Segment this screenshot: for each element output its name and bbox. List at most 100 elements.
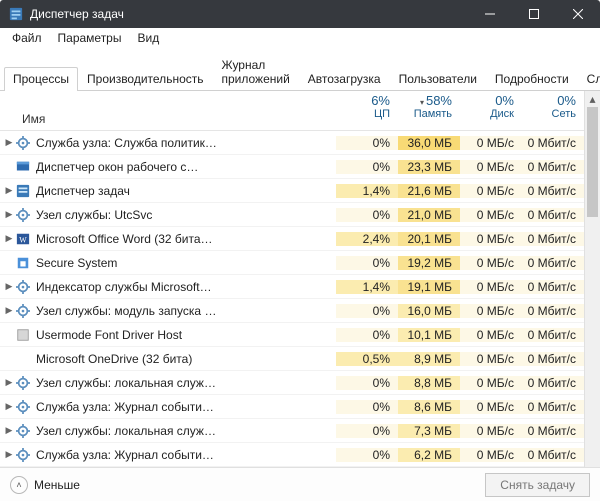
table-row[interactable]: ▶ Узел службы: локальная служ…0%7,3 МБ 0 М… <box>0 419 584 443</box>
cell-cpu: 0% <box>336 376 398 390</box>
process-icon <box>14 159 32 175</box>
process-icon <box>14 447 32 463</box>
tab-performance[interactable]: Производительность <box>78 67 212 91</box>
expand-icon[interactable]: ▶ <box>0 185 14 196</box>
cell-cpu: 0% <box>336 160 398 174</box>
expand-icon[interactable]: ▶ <box>0 281 14 292</box>
expand-icon[interactable]: ▶ <box>0 425 14 436</box>
table-body: ▶Служба узла: Служба политик…0%36,0 МБ0 … <box>0 131 584 491</box>
cell-disk: 0 МБ/с <box>460 160 522 174</box>
cell-memory: 8,9 МБ <box>398 352 460 366</box>
tab-startup[interactable]: Автозагрузка <box>299 67 390 91</box>
scroll-track[interactable] <box>585 107 600 475</box>
table-row[interactable]: ▶Диспетчер задач1,4%21,6 МБ0 МБ/с0 Мбит/… <box>0 179 584 203</box>
fewer-details-button[interactable]: ˄ Меньше <box>10 476 80 494</box>
process-icon <box>14 207 32 223</box>
cell-disk: 0 МБ/с <box>460 448 522 462</box>
expand-icon[interactable]: ▶ <box>0 305 14 316</box>
menu-options[interactable]: Параметры <box>50 29 130 47</box>
scrollbar[interactable]: ▴ ▾ <box>584 91 600 491</box>
process-name: Служба узла: Служба политик… <box>32 136 336 150</box>
cell-cpu: 2,4% <box>336 232 398 246</box>
table-row[interactable]: ▶Служба узла: Служба политик…0%36,0 МБ0 … <box>0 131 584 155</box>
table-row[interactable]: ▶Узел службы: локальная служ…0%8,8 МБ0 М… <box>0 371 584 395</box>
titlebar: Диспетчер задач <box>0 0 600 28</box>
tab-details[interactable]: Подробности <box>486 67 578 91</box>
cell-network: 0 Мбит/с <box>522 160 584 174</box>
expand-icon[interactable]: ▶ <box>0 377 14 388</box>
process-name: Secure System <box>32 256 336 270</box>
svg-text:W: W <box>19 235 27 244</box>
cell-disk: 0 МБ/с <box>460 208 522 222</box>
tab-processes[interactable]: Процессы <box>4 67 78 91</box>
cell-disk: 0 МБ/с <box>460 304 522 318</box>
col-cpu-pct: 6% <box>336 93 390 108</box>
menu-file[interactable]: Файл <box>4 29 50 47</box>
cell-memory: 8,8 МБ <box>398 376 460 390</box>
table-row[interactable]: ▶Узел службы: модуль запуска …0%16,0 МБ0… <box>0 299 584 323</box>
cell-cpu: 0% <box>336 136 398 150</box>
cell-cpu: 0% <box>336 208 398 222</box>
table-row[interactable]: Secure System0%19,2 МБ0 МБ/с0 Мбит/с <box>0 251 584 275</box>
table-row[interactable]: ▶Служба узла: Журнал событи…0%6,2 МБ0 МБ… <box>0 443 584 467</box>
table-row[interactable]: Usermode Font Driver Host0%10,1 МБ0 МБ/с… <box>0 323 584 347</box>
table-row[interactable]: Microsoft OneDrive (32 бита)0,5%8,9 МБ0 … <box>0 347 584 371</box>
process-name: Узел службы: локальная служ… <box>32 424 336 438</box>
maximize-button[interactable] <box>512 0 556 28</box>
scroll-up-icon[interactable]: ▴ <box>585 91 600 107</box>
cell-network: 0 Мбит/с <box>522 448 584 462</box>
col-memory[interactable]: ▾58% Память <box>398 91 460 130</box>
col-disk-label: Диск <box>460 108 514 120</box>
col-disk[interactable]: 0% Диск <box>460 91 522 130</box>
cell-memory: 8,6 МБ <box>398 400 460 414</box>
cell-memory: 7,3 МБ <box>398 424 460 438</box>
cell-network: 0 Мбит/с <box>522 232 584 246</box>
col-name[interactable]: Имя <box>0 91 336 130</box>
col-network[interactable]: 0% Сеть <box>522 91 584 130</box>
cell-memory: 19,2 МБ <box>398 256 460 270</box>
tab-app-history[interactable]: Журнал приложений <box>213 53 299 91</box>
col-cpu[interactable]: 6% ЦП <box>336 91 398 130</box>
col-mem-pct: 58% <box>426 93 452 108</box>
table-row[interactable]: ▶Индексатор службы Microsoft…1,4%19,1 МБ… <box>0 275 584 299</box>
expand-icon[interactable]: ▶ <box>0 401 14 412</box>
cell-cpu: 0% <box>336 256 398 270</box>
tab-users[interactable]: Пользователи <box>390 67 486 91</box>
cell-network: 0 Мбит/с <box>522 424 584 438</box>
sort-desc-icon: ▾ <box>420 98 424 107</box>
cell-cpu: 0% <box>336 448 398 462</box>
tabs: Процессы Производительность Журнал прило… <box>0 48 600 91</box>
table-row[interactable]: ▶WMicrosoft Office Word (32 бита…2,4%20,… <box>0 227 584 251</box>
process-icon <box>14 327 32 343</box>
close-button[interactable] <box>556 0 600 28</box>
process-table: Имя 6% ЦП ▾58% Память 0% Диск 0% Сеть ▶С… <box>0 91 600 491</box>
expand-icon[interactable]: ▶ <box>0 449 14 460</box>
tab-services[interactable]: Службы <box>578 67 600 91</box>
expand-icon[interactable]: ▶ <box>0 137 14 148</box>
cell-disk: 0 МБ/с <box>460 256 522 270</box>
expand-icon[interactable]: ▶ <box>0 233 14 244</box>
cell-cpu: 0% <box>336 424 398 438</box>
table-row[interactable]: ▶Служба узла: Журнал событи…0%8,6 МБ0 МБ… <box>0 395 584 419</box>
process-name: Диспетчер задач <box>32 184 336 198</box>
process-icon <box>14 183 32 199</box>
scroll-thumb[interactable] <box>587 107 598 217</box>
cell-memory: 19,1 МБ <box>398 280 460 294</box>
expand-icon[interactable]: ▶ <box>0 209 14 220</box>
process-icon <box>14 135 32 151</box>
col-disk-pct: 0% <box>460 93 514 108</box>
col-name-label: Имя <box>22 112 45 126</box>
process-name: Microsoft OneDrive (32 бита) <box>32 352 336 366</box>
table-row[interactable]: Диспетчер окон рабочего с…0%23,3 МБ0 МБ/… <box>0 155 584 179</box>
cell-network: 0 Мбит/с <box>522 328 584 342</box>
table-row[interactable]: ▶Узел службы: UtcSvc0%21,0 МБ0 МБ/с0 Мби… <box>0 203 584 227</box>
cell-memory: 21,0 МБ <box>398 208 460 222</box>
menu-view[interactable]: Вид <box>129 29 167 47</box>
cell-cpu: 0% <box>336 328 398 342</box>
process-icon <box>14 351 32 367</box>
process-name: Usermode Font Driver Host <box>32 328 336 342</box>
cell-memory: 16,0 МБ <box>398 304 460 318</box>
end-task-button[interactable]: Снять задачу <box>485 473 590 497</box>
minimize-button[interactable] <box>468 0 512 28</box>
process-name: Узел службы: локальная служ… <box>32 376 336 390</box>
